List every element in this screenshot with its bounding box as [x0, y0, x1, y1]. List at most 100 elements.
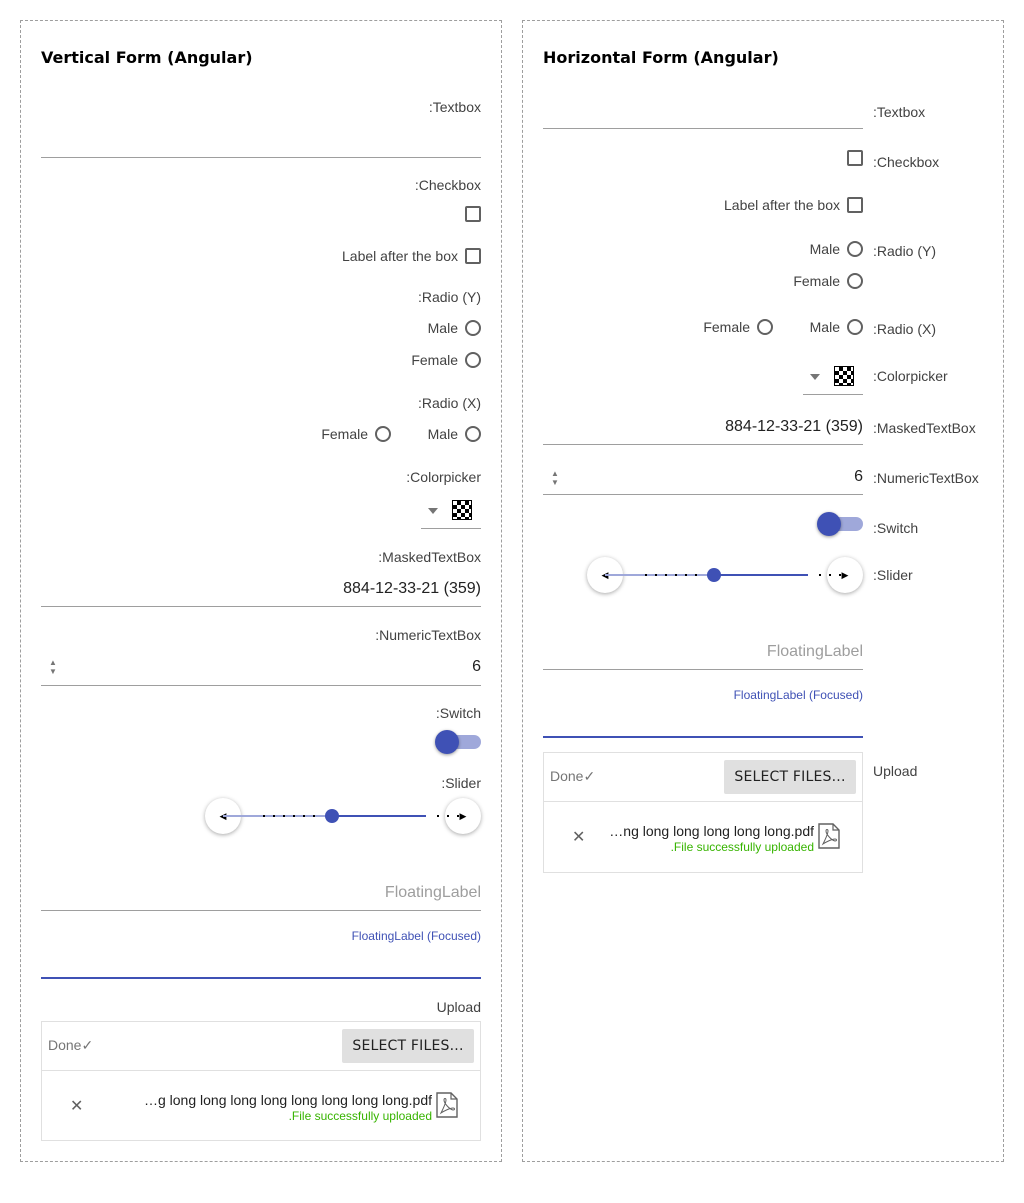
upload: Done✓ SELECT FILES... ✕ …g long long lon… — [41, 1021, 481, 1141]
file-status: .File successfully uploaded — [288, 1109, 432, 1123]
switch-knob — [435, 730, 459, 754]
slider-increase-button[interactable]: ▶ — [445, 798, 481, 834]
slider-handle[interactable] — [707, 568, 721, 582]
color-swatch — [452, 500, 472, 520]
radio-y-option-female-label: Female — [411, 352, 458, 368]
masked-underline — [41, 606, 481, 607]
slider-track-selected — [223, 815, 332, 817]
slider-tick — [645, 574, 647, 576]
slider-tick — [447, 815, 449, 817]
h-radio-x-option-male-label: Male — [809, 319, 840, 335]
switch[interactable] — [435, 730, 481, 754]
h-floating-label-focused[interactable]: FloatingLabel (Focused) — [734, 688, 863, 702]
h-radio-y-male[interactable] — [847, 241, 863, 257]
masked-input[interactable]: 884-12-33-21 (359) — [343, 580, 481, 598]
upload-header: Done✓ SELECT FILES... — [42, 1022, 480, 1071]
upload-status: Done✓ — [550, 768, 596, 784]
close-icon[interactable]: ✕ — [70, 1096, 83, 1116]
h-colorpicker-label: :Colorpicker — [873, 368, 948, 384]
slider-tick — [437, 815, 439, 817]
radio-x-male[interactable] — [465, 426, 481, 442]
slider-tick — [685, 574, 687, 576]
spin-arrows-icon[interactable]: ▲ ▼ — [550, 469, 560, 487]
slider-tick — [839, 574, 841, 576]
checkbox[interactable] — [465, 206, 481, 222]
check-icon: ✓ — [583, 768, 596, 784]
pdf-file-icon — [436, 1092, 458, 1118]
colorpicker-label: :Colorpicker — [406, 469, 481, 485]
h-label-after-box: Label after the box — [724, 197, 840, 213]
slider[interactable]: ◀ ▶ — [205, 798, 481, 834]
numeric-input[interactable]: 6 — [472, 658, 481, 676]
textbox-label: :Textbox — [428, 99, 481, 115]
slider-tick — [457, 815, 459, 817]
spin-arrows-icon[interactable]: ▲ ▼ — [48, 658, 58, 676]
label-after-box: Label after the box — [342, 248, 458, 264]
h-textbox-input[interactable] — [543, 94, 863, 128]
h-checkbox[interactable] — [847, 150, 863, 166]
chevron-down-icon — [428, 508, 438, 514]
radio-x-label: :Radio (X) — [417, 395, 481, 411]
slider-tick — [829, 574, 831, 576]
select-files-button[interactable]: SELECT FILES... — [724, 760, 856, 794]
h-colorpicker[interactable] — [803, 362, 863, 394]
switch-knob — [817, 512, 841, 536]
textbox-input[interactable] — [41, 122, 481, 158]
floating-focused-underline — [41, 977, 481, 979]
vertical-form-title: Vertical Form (Angular) — [41, 48, 253, 67]
file-name: …ng long long long long long.pdf — [609, 823, 814, 839]
slider-tick — [665, 574, 667, 576]
h-masked-underline — [543, 444, 863, 445]
file-name: …g long long long long long long long lo… — [143, 1092, 432, 1108]
slider-tick — [273, 815, 275, 817]
h-switch[interactable] — [817, 512, 863, 536]
slider-handle[interactable] — [325, 809, 339, 823]
h-numeric-input[interactable]: 6 — [854, 468, 863, 486]
h-checkbox-label: :Checkbox — [873, 154, 940, 170]
h-masked-input[interactable]: 884-12-33-21 (359) — [725, 418, 863, 436]
slider-tick — [655, 574, 657, 576]
checkbox-label-after[interactable] — [465, 248, 481, 264]
h-checkbox-label-after[interactable] — [847, 197, 863, 213]
h-slider[interactable]: ◀ ▶ — [587, 557, 863, 593]
file-status: .File successfully uploaded — [670, 840, 814, 854]
h-switch-label: :Switch — [873, 520, 919, 536]
pdf-file-icon — [818, 823, 840, 849]
radio-y-male[interactable] — [465, 320, 481, 336]
slider-tick — [819, 574, 821, 576]
horizontal-form-title: Horizontal Form (Angular) — [543, 48, 779, 67]
h-textbox-label: :Textbox — [873, 104, 926, 120]
h-upload-label: Upload — [873, 763, 918, 779]
radio-x-female[interactable] — [375, 426, 391, 442]
h-radio-y-female[interactable] — [847, 273, 863, 289]
h-upload: Done✓ SELECT FILES... ✕ …ng long long lo… — [543, 752, 863, 873]
h-radio-x-label: :Radio (X) — [873, 321, 937, 337]
h-floating-label[interactable]: FloatingLabel — [767, 643, 863, 661]
radio-y-female[interactable] — [465, 352, 481, 368]
close-icon[interactable]: ✕ — [572, 827, 585, 847]
colorpicker[interactable] — [421, 496, 481, 528]
slider-tick — [695, 574, 697, 576]
slider-tick — [283, 815, 285, 817]
masked-label: :MaskedTextBox — [378, 549, 481, 565]
slider-label: :Slider — [441, 775, 481, 791]
textbox-underline — [41, 157, 481, 158]
h-radio-x-male[interactable] — [847, 319, 863, 335]
h-radio-y-option-male-label: Male — [809, 241, 840, 257]
floating-label[interactable]: FloatingLabel — [385, 884, 481, 902]
checkbox-label: :Checkbox — [414, 177, 481, 193]
h-radio-x-female[interactable] — [757, 319, 773, 335]
chevron-down-icon — [810, 374, 820, 380]
h-slider-label: :Slider — [873, 567, 913, 583]
slider-track — [714, 574, 808, 576]
select-files-button[interactable]: SELECT FILES... — [342, 1029, 474, 1063]
radio-y-option-male-label: Male — [427, 320, 458, 336]
floating-label-focused[interactable]: FloatingLabel (Focused) — [352, 929, 481, 943]
slider-track — [332, 815, 426, 817]
numeric-underline — [41, 685, 481, 686]
slider-increase-button[interactable]: ▶ — [827, 557, 863, 593]
slider-tick — [313, 815, 315, 817]
color-swatch — [834, 366, 854, 386]
h-floating-focused-underline — [543, 736, 863, 738]
colorpicker-underline — [421, 528, 481, 529]
